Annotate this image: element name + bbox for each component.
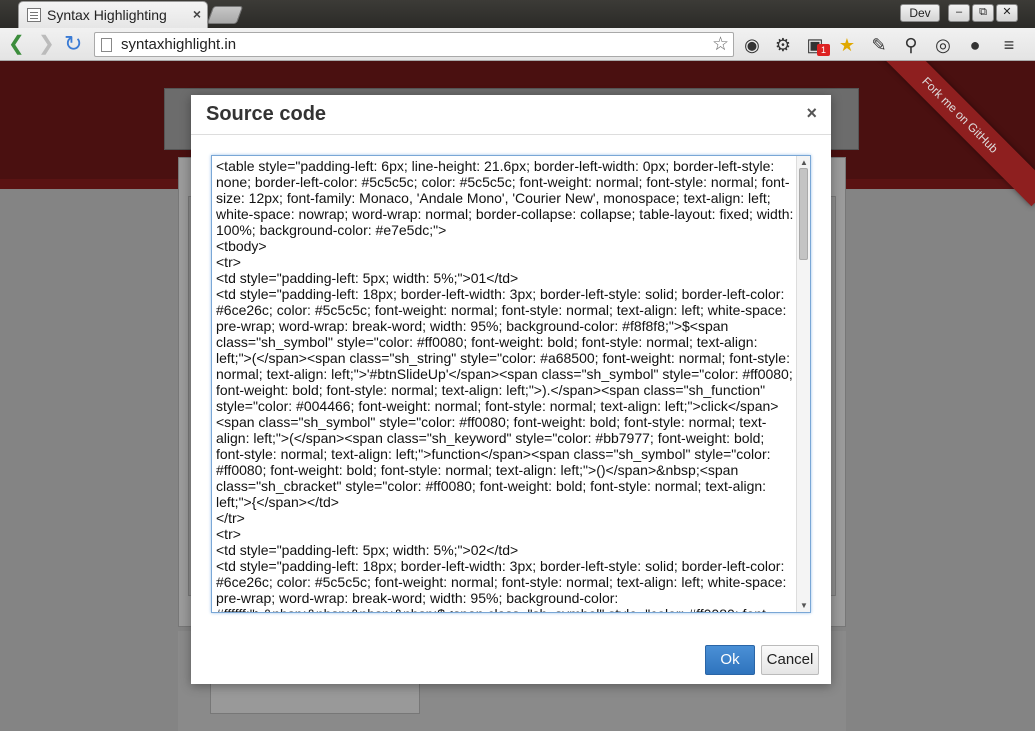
reload-icon[interactable]: ↻: [64, 33, 82, 55]
forward-icon[interactable]: ❯: [38, 34, 55, 54]
source-code-text: <table style="padding-left: 6px; line-he…: [216, 158, 794, 612]
pin-icon[interactable]: ✎: [868, 34, 890, 56]
menu-icon[interactable]: ≡: [998, 34, 1020, 56]
browser-toolbar: ❮ ❯ ↻ syntaxhighlight.in ☆ ◉ ⚙ ▣ 1 ★ ✎ ⚲…: [0, 28, 1035, 61]
window-titlebar: Syntax Highlighting × Dev ‒ ⧉ ✕: [0, 0, 1035, 28]
eye-icon[interactable]: ◎: [932, 34, 954, 56]
back-icon[interactable]: ❮: [8, 34, 25, 54]
source-code-textarea[interactable]: <table style="padding-left: 6px; line-he…: [211, 155, 811, 613]
browser-tab[interactable]: Syntax Highlighting ×: [18, 1, 208, 28]
star-icon[interactable]: ★: [836, 34, 858, 56]
gear-icon[interactable]: ⚙: [772, 34, 794, 56]
scroll-up-icon[interactable]: ▲: [800, 158, 808, 167]
lastpass-icon[interactable]: ◉: [741, 34, 763, 56]
scrollbar-thumb[interactable]: [799, 168, 808, 260]
tab-title: Syntax Highlighting: [47, 7, 167, 23]
close-icon[interactable]: ×: [806, 103, 817, 124]
cancel-button[interactable]: Cancel: [761, 645, 819, 675]
close-window-button[interactable]: ✕: [996, 4, 1018, 22]
address-bar[interactable]: syntaxhighlight.in ☆: [94, 32, 734, 57]
url-text: syntaxhighlight.in: [121, 36, 237, 53]
dialog-title: Source code: [206, 103, 327, 125]
ok-button[interactable]: Ok: [705, 645, 755, 675]
page-favicon-icon: [27, 8, 41, 22]
page-icon: [101, 38, 112, 52]
scroll-down-icon[interactable]: ▼: [800, 601, 808, 610]
notification-count-badge: 1: [817, 44, 830, 56]
maximize-button[interactable]: ⧉: [972, 4, 994, 22]
tab-close-icon[interactable]: ×: [193, 6, 201, 22]
minimize-button[interactable]: ‒: [948, 4, 970, 22]
vertical-scrollbar[interactable]: ▲ ▼: [796, 156, 810, 612]
dialog-header: Source code ×: [191, 95, 831, 135]
source-code-dialog: Source code × <table style="padding-left…: [191, 95, 831, 684]
color-icon[interactable]: ●: [964, 34, 986, 56]
bookmark-star-icon[interactable]: ☆: [712, 33, 729, 56]
dropper-icon[interactable]: ⚲: [900, 34, 922, 56]
profile-badge[interactable]: Dev: [900, 4, 940, 22]
new-tab-button[interactable]: [206, 6, 244, 24]
